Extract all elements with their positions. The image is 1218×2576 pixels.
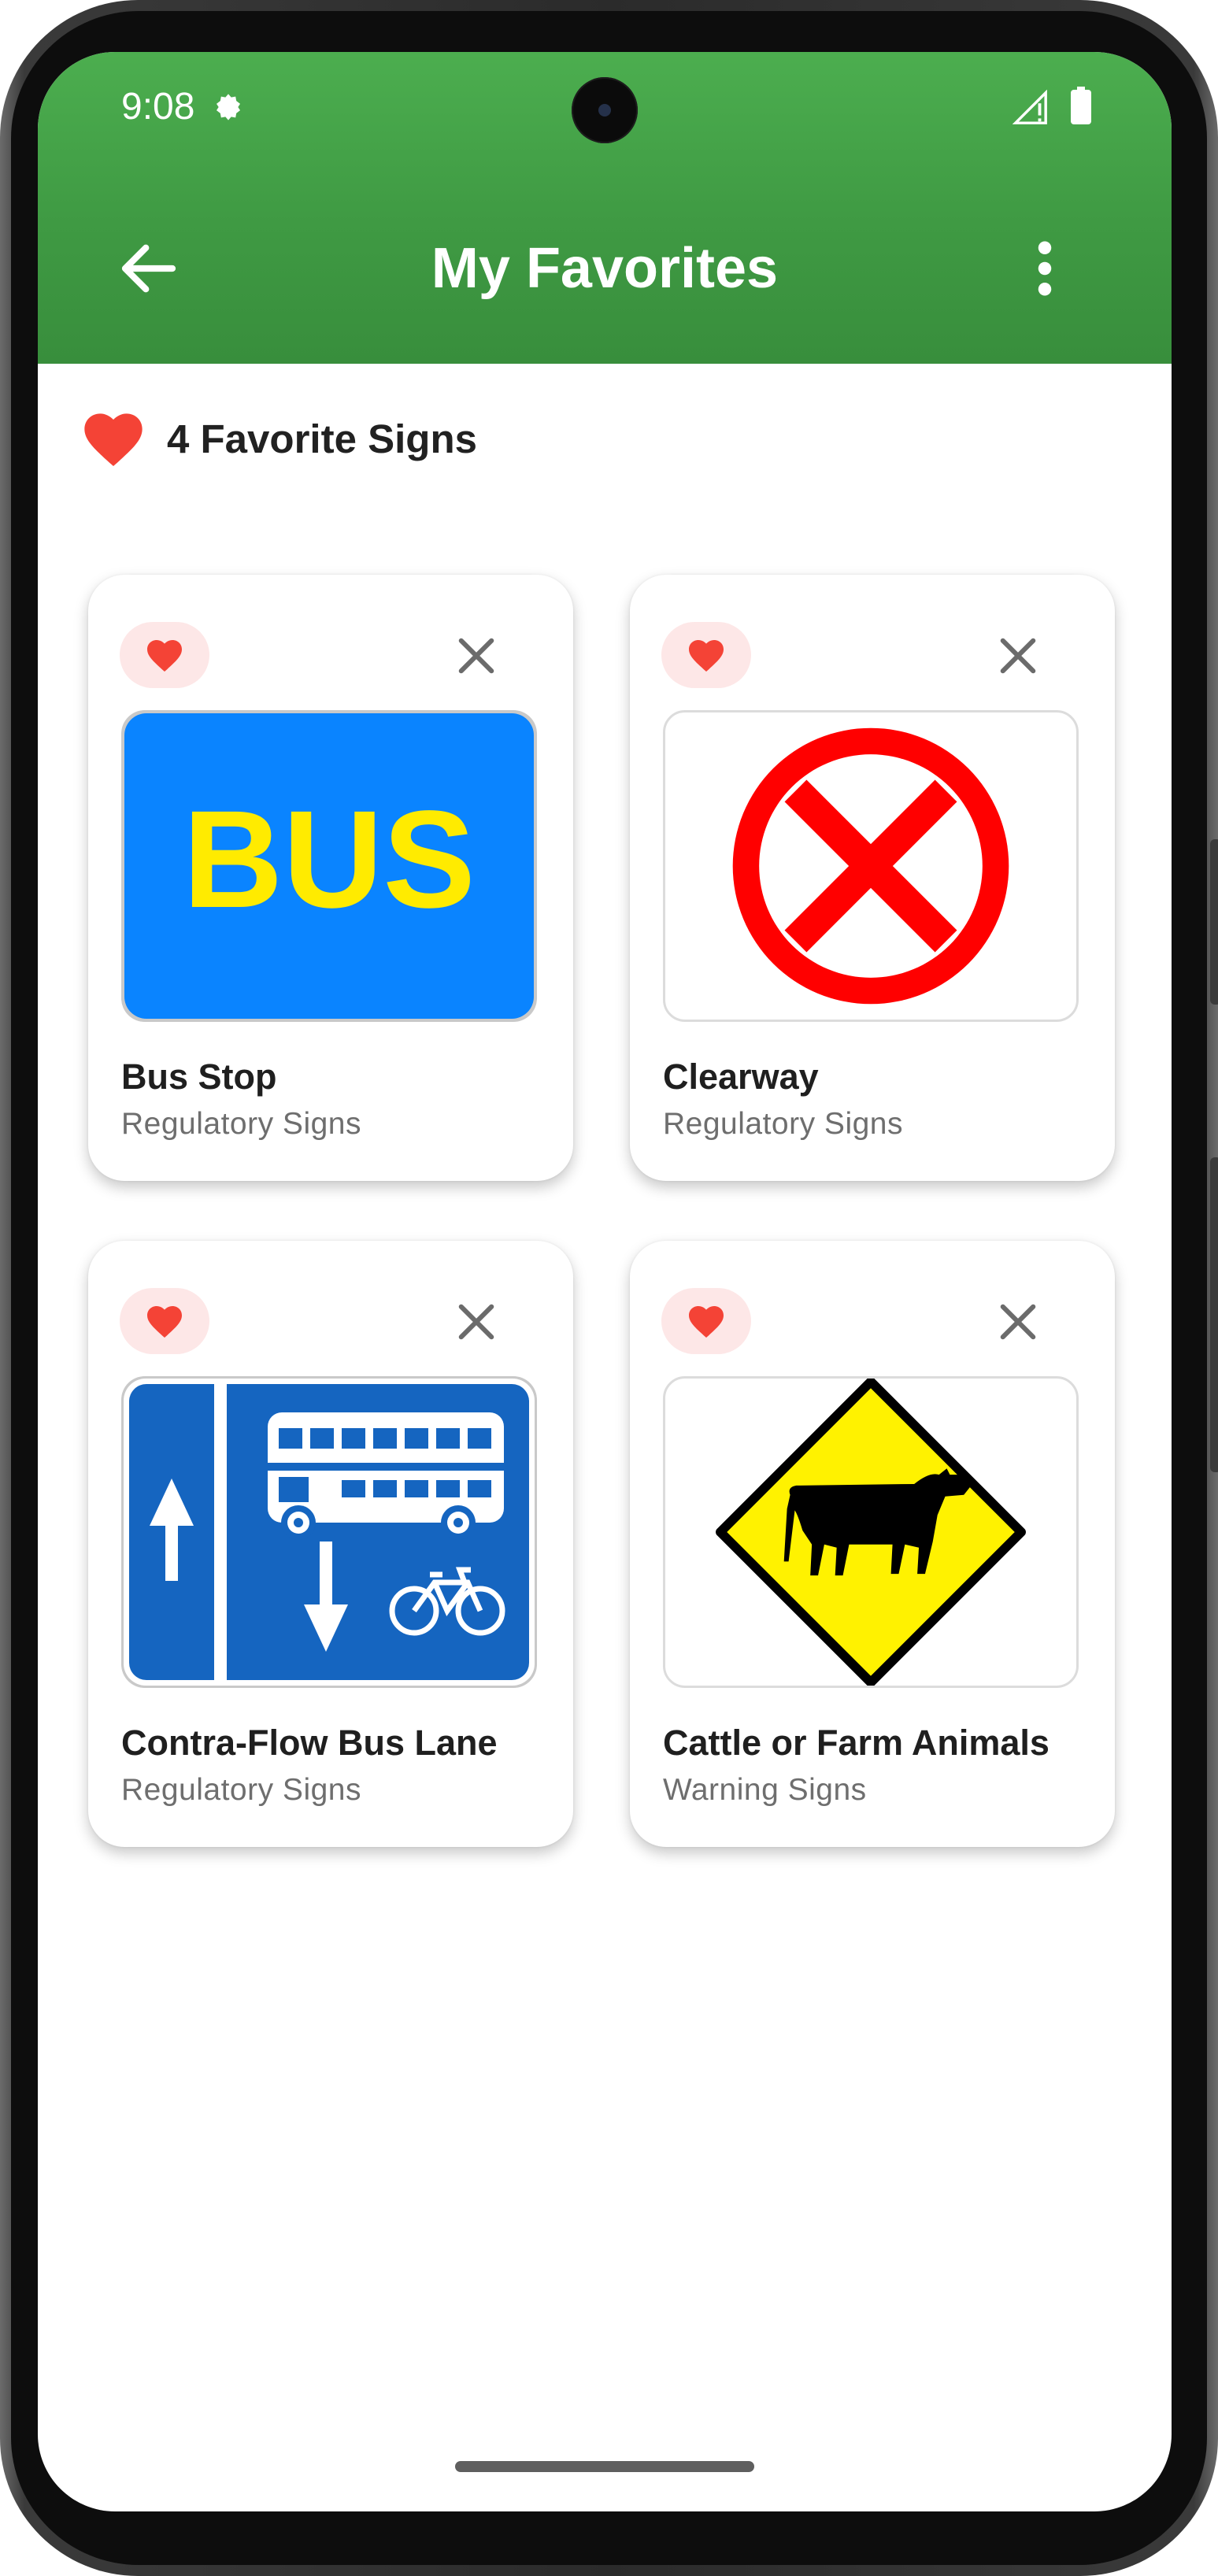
app-bar: 9:08 My Favorites: [38, 52, 1172, 364]
favorites-count-label: 4 Favorite Signs: [167, 416, 477, 461]
card-category: Regulatory Signs: [663, 1107, 903, 1141]
bus-stop-sign: BUS: [121, 710, 537, 1022]
remove-close-icon[interactable]: [992, 630, 1044, 682]
more-options-icon[interactable]: [1009, 233, 1080, 304]
heart-icon: [84, 413, 143, 466]
card-title: Bus Stop: [121, 1057, 277, 1097]
heart-icon: [147, 1306, 182, 1338]
remove-close-icon[interactable]: [992, 1296, 1044, 1348]
remove-close-icon[interactable]: [450, 1296, 502, 1348]
contra-flow-bus-lane-sign: [121, 1376, 537, 1688]
gesture-home-bar[interactable]: [455, 2461, 754, 2472]
sign-image: [663, 1376, 1079, 1688]
settings-notification-icon: [217, 94, 240, 120]
sign-card[interactable]: BUS Bus Stop Regulatory Signs: [88, 575, 573, 1181]
favorite-toggle-button[interactable]: [120, 622, 209, 688]
sign-image: BUS: [121, 710, 537, 1022]
card-title: Contra-Flow Bus Lane: [121, 1723, 498, 1763]
battery-icon: [1071, 87, 1091, 124]
favorite-toggle-button[interactable]: [120, 1288, 209, 1354]
sign-card[interactable]: Cattle or Farm Animals Warning Signs: [630, 1241, 1115, 1847]
page-title: My Favorites: [431, 237, 779, 300]
clearway-sign: [732, 727, 1009, 1005]
heart-icon: [147, 640, 182, 672]
power-button: [1210, 1157, 1218, 1472]
favorite-toggle-button[interactable]: [661, 622, 751, 688]
volume-button: [1210, 839, 1218, 1005]
sign-card[interactable]: Contra-Flow Bus Lane Regulatory Signs: [88, 1241, 573, 1847]
heart-icon: [689, 640, 724, 672]
favorite-toggle-button[interactable]: [661, 1288, 751, 1354]
card-title: Clearway: [663, 1057, 819, 1097]
card-title: Cattle or Farm Animals: [663, 1723, 1050, 1763]
front-camera: [572, 77, 638, 143]
sign-card[interactable]: Clearway Regulatory Signs: [630, 575, 1115, 1181]
card-category: Regulatory Signs: [121, 1107, 361, 1141]
screen: 9:08 My Favorites 4 Favorite Signs BUS B…: [38, 52, 1172, 2511]
favorites-count-row: 4 Favorite Signs: [82, 387, 477, 490]
sign-image: [663, 710, 1079, 1022]
status-time: 9:08: [121, 86, 195, 128]
sign-text: BUS: [183, 783, 476, 937]
signal-icon: [1013, 90, 1047, 124]
remove-close-icon[interactable]: [450, 630, 502, 682]
sign-image: [121, 1376, 537, 1688]
heart-icon: [689, 1306, 724, 1338]
cattle-warning-sign: [716, 1379, 1026, 1686]
card-category: Warning Signs: [663, 1773, 867, 1807]
card-category: Regulatory Signs: [121, 1773, 361, 1807]
